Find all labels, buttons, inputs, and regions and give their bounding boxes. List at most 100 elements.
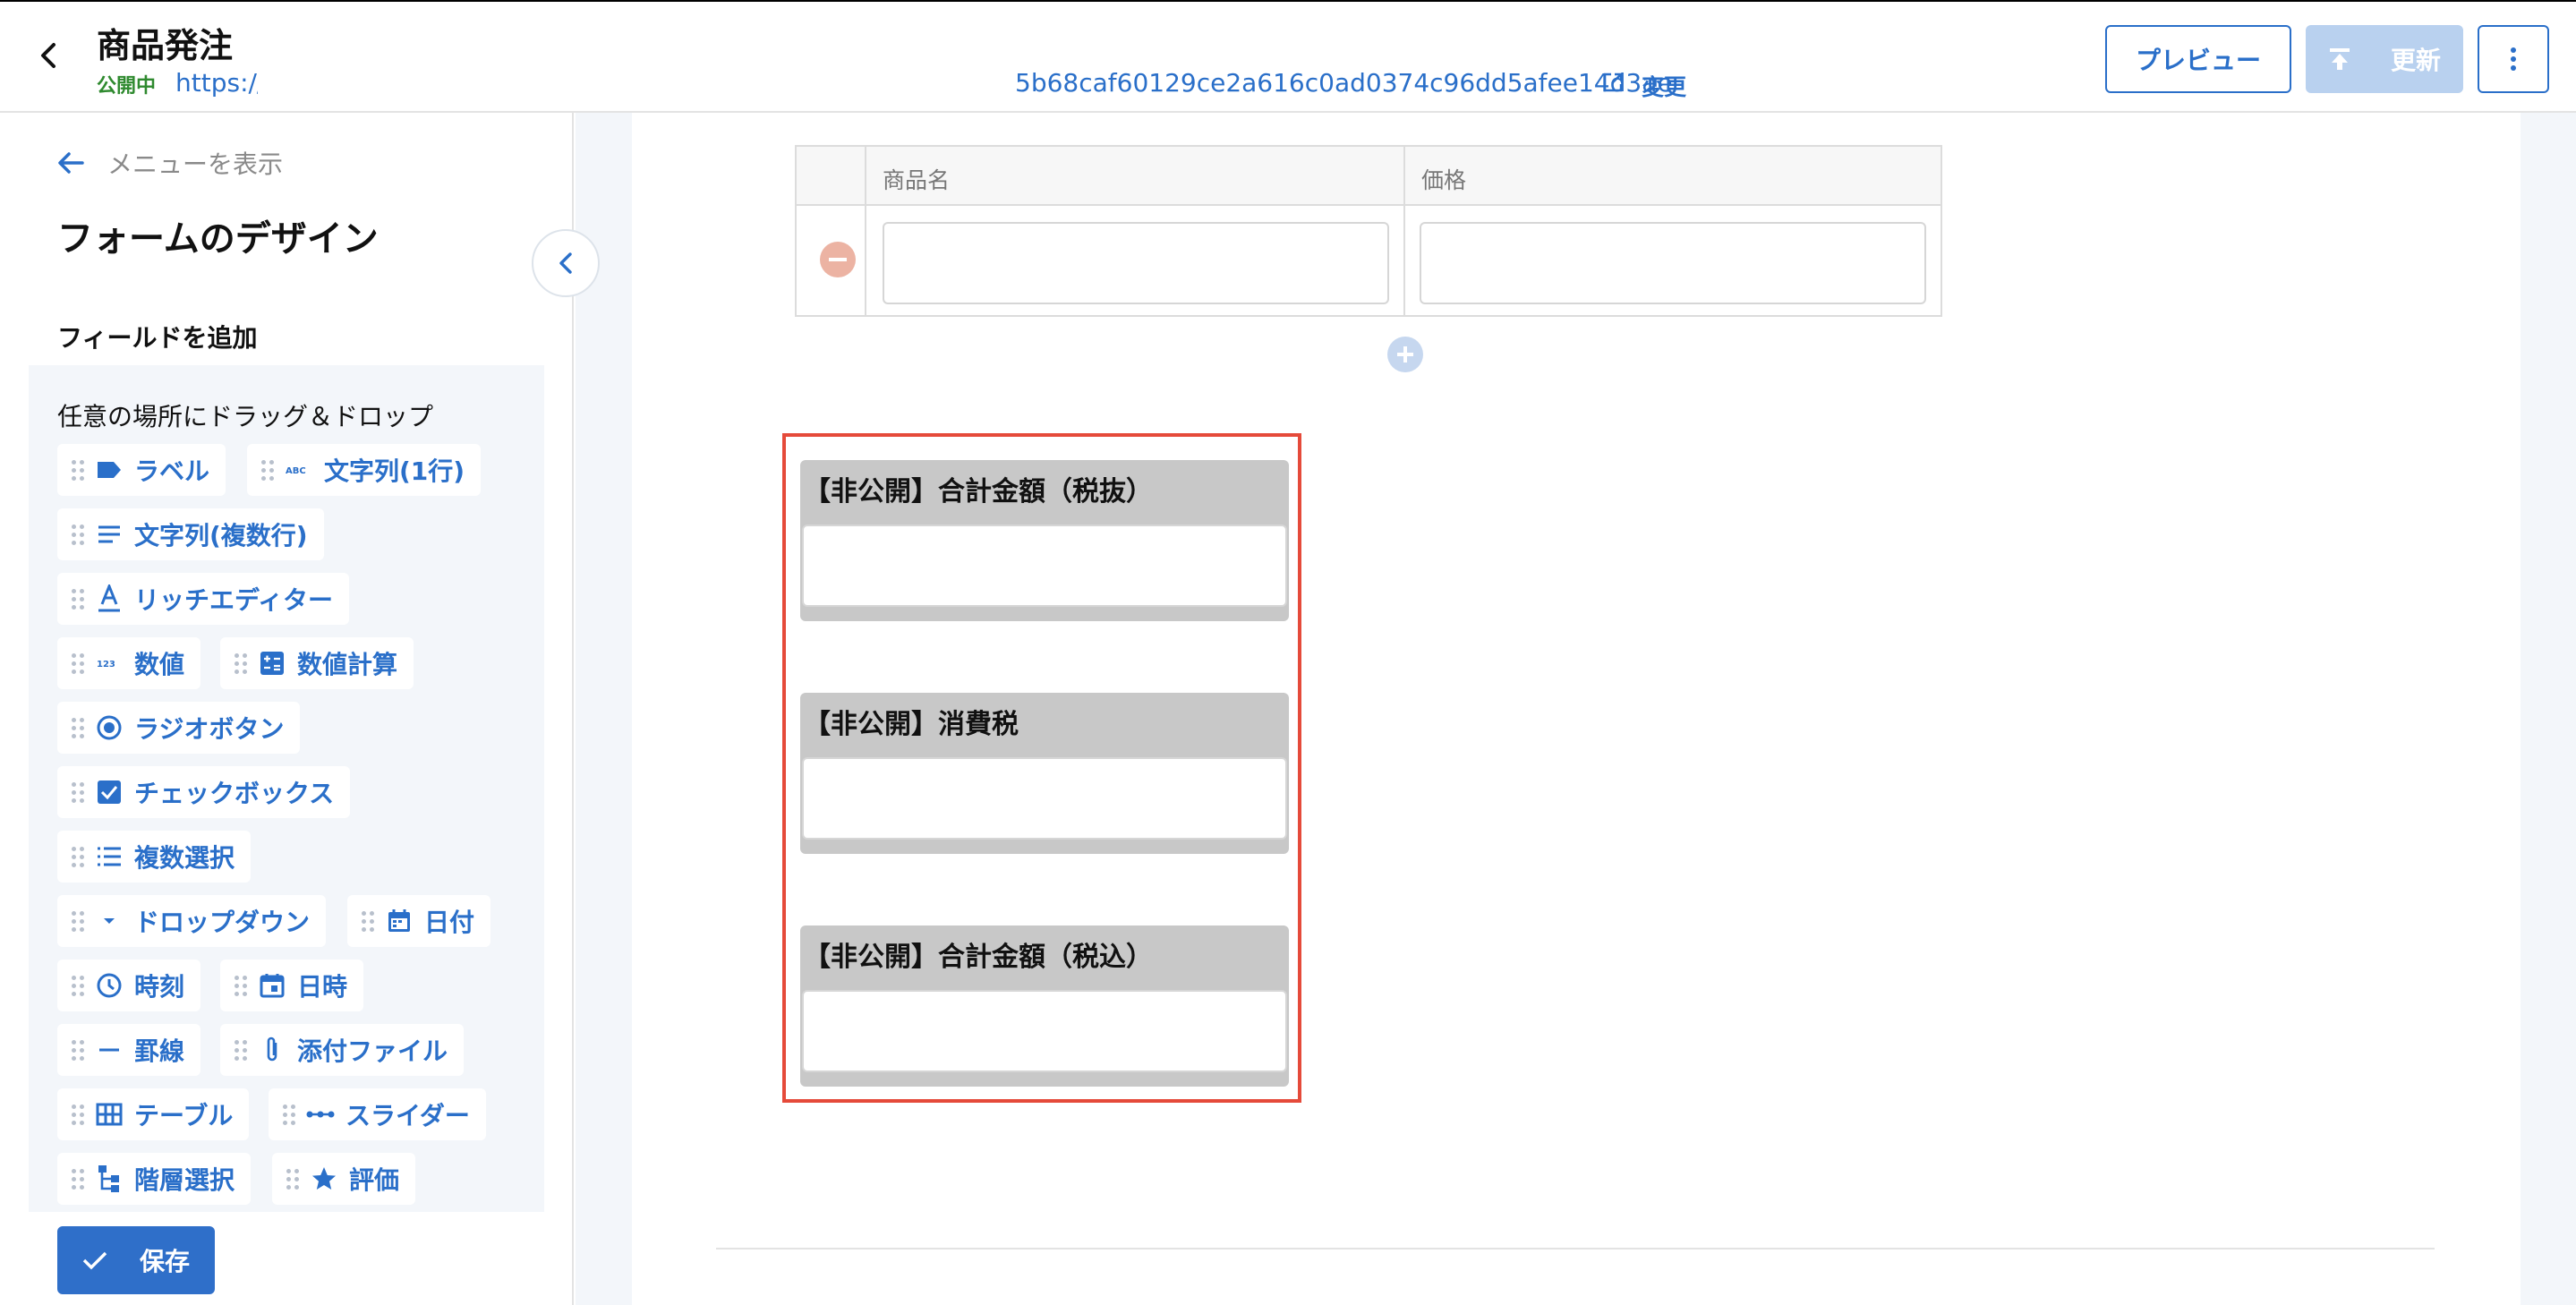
drag-handle-icon bbox=[235, 974, 247, 997]
drag-handle-icon bbox=[72, 716, 84, 739]
drag-handle-icon bbox=[235, 1038, 247, 1062]
show-menu-link[interactable]: メニューを表示 bbox=[57, 145, 283, 181]
canvas-divider bbox=[716, 1248, 2435, 1250]
product-subtable: 商品名 価格 bbox=[795, 145, 1942, 317]
radio-icon bbox=[95, 713, 124, 742]
arrow-left-icon bbox=[58, 152, 84, 174]
page-title: 商品発注 bbox=[97, 26, 234, 65]
palette-item-datetime[interactable]: 日時 bbox=[220, 960, 364, 1011]
palette-item-checkbox[interactable]: チェックボックス bbox=[57, 766, 351, 818]
palette-item-label[interactable]: ラベル bbox=[57, 444, 226, 496]
palette-item-multi-line[interactable]: 文字列(複数行) bbox=[57, 508, 324, 560]
palette-item-text: 罫線 bbox=[134, 1036, 185, 1066]
drag-handle-icon bbox=[72, 845, 84, 868]
dropdown-icon bbox=[95, 907, 124, 935]
price-input[interactable] bbox=[1420, 222, 1926, 304]
palette-item-text: チェックボックス bbox=[134, 779, 335, 808]
show-menu-label: メニューを表示 bbox=[107, 149, 284, 179]
checkbox-icon bbox=[95, 778, 124, 806]
field-input[interactable] bbox=[802, 757, 1287, 840]
field-consumption-tax[interactable]: 【非公開】消費税 bbox=[800, 693, 1289, 854]
plus-icon bbox=[1397, 346, 1413, 362]
status-badge: 公開中 bbox=[97, 75, 157, 98]
chevron-left-icon bbox=[559, 252, 572, 274]
drag-handle-icon bbox=[72, 1103, 84, 1126]
column-header-price: 価格 bbox=[1421, 167, 1467, 193]
palette-item-text: 複数選択 bbox=[134, 843, 235, 873]
add-row-button[interactable] bbox=[1387, 337, 1423, 372]
field-input[interactable] bbox=[802, 990, 1287, 1072]
more-options-button[interactable] bbox=[2478, 25, 2549, 93]
drag-handle-icon bbox=[283, 1103, 295, 1126]
drag-handle-icon bbox=[72, 974, 84, 997]
product-name-input[interactable] bbox=[883, 222, 1389, 304]
label-icon bbox=[95, 456, 124, 484]
palette-item-time[interactable]: 時刻 bbox=[57, 960, 201, 1011]
palette-item-rating[interactable]: 評価 bbox=[272, 1153, 416, 1205]
update-button[interactable]: 更新 bbox=[2306, 25, 2463, 93]
field-label: 【非公開】合計金額（税抜） bbox=[804, 476, 1153, 508]
palette-item-radio[interactable]: ラジオボタン bbox=[57, 702, 301, 754]
remove-row-button[interactable] bbox=[820, 242, 856, 277]
palette-item-text: ラベル bbox=[134, 456, 210, 486]
drag-handle-icon bbox=[72, 909, 84, 933]
lines-icon bbox=[95, 520, 124, 549]
palette-item-rich-editor[interactable]: リッチエディター bbox=[57, 573, 350, 625]
form-design-sidebar: メニューを表示 フォームのデザイン フィールドを追加 任意の場所にドラッグ＆ドロ… bbox=[0, 113, 574, 1305]
palette-item-table[interactable]: テーブル bbox=[57, 1088, 250, 1140]
palette-item-text: 文字列(1行) bbox=[324, 456, 465, 486]
column-divider bbox=[1403, 147, 1405, 315]
column-divider bbox=[865, 147, 866, 315]
palette-item-single-line[interactable]: ABC 文字列(1行) bbox=[247, 444, 482, 496]
star-icon bbox=[310, 1164, 338, 1193]
palette-item-text: ラジオボタン bbox=[134, 714, 285, 744]
slider-icon bbox=[306, 1100, 335, 1129]
palette-item-calculation[interactable]: 数値計算 bbox=[220, 637, 414, 689]
field-palette: 任意の場所にドラッグ＆ドロップ ラベル ABC 文字列(1行) 文字列(複数行)… bbox=[29, 365, 544, 1212]
palette-item-dropdown[interactable]: ドロップダウン bbox=[57, 895, 327, 947]
drag-handle-icon bbox=[72, 1167, 84, 1190]
field-input[interactable] bbox=[802, 525, 1287, 607]
sidebar-title: フォームのデザイン bbox=[57, 218, 379, 260]
save-button[interactable]: 保存 bbox=[57, 1226, 215, 1294]
drag-handle-icon bbox=[72, 458, 84, 482]
form-url[interactable]: 5b68caf60129ce2a616c0ad0374c96dd5afee14d… bbox=[1015, 68, 1673, 98]
list-icon bbox=[95, 842, 124, 871]
text-format-icon bbox=[95, 584, 124, 613]
palette-item-text: テーブル bbox=[134, 1101, 234, 1130]
chevron-left-icon bbox=[41, 43, 55, 68]
palette-item-multi-select[interactable]: 複数選択 bbox=[57, 831, 252, 883]
update-button-label: 更新 bbox=[2390, 46, 2441, 75]
preview-button[interactable]: プレビュー bbox=[2105, 25, 2291, 93]
change-url-link[interactable]: 変更 bbox=[1642, 70, 1686, 102]
check-icon bbox=[82, 1251, 107, 1270]
palette-item-text: ドロップダウン bbox=[134, 908, 311, 937]
drag-handle-icon bbox=[72, 523, 84, 546]
palette-item-date[interactable]: 日付 bbox=[347, 895, 491, 947]
palette-item-text: 階層選択 bbox=[134, 1165, 235, 1195]
palette-item-text: 数値計算 bbox=[297, 650, 398, 679]
palette-item-rule[interactable]: 罫線 bbox=[57, 1024, 201, 1076]
palette-item-attachment[interactable]: 添付ファイル bbox=[220, 1024, 465, 1076]
field-label: 【非公開】消費税 bbox=[804, 709, 1019, 740]
collapse-sidebar-button[interactable] bbox=[532, 229, 600, 297]
form-url-prefix[interactable]: https:// bbox=[175, 68, 258, 98]
save-button-label: 保存 bbox=[139, 1247, 190, 1276]
palette-item-number[interactable]: 123 数値 bbox=[57, 637, 201, 689]
field-total-excl-tax[interactable]: 【非公開】合計金額（税抜） bbox=[800, 460, 1289, 621]
external-link-icon[interactable] bbox=[1602, 72, 1624, 93]
palette-item-slider[interactable]: スライダー bbox=[269, 1088, 486, 1140]
drag-handle-icon bbox=[72, 652, 84, 675]
drag-handle-icon bbox=[235, 652, 247, 675]
palette-item-text: 評価 bbox=[349, 1165, 400, 1195]
back-button[interactable] bbox=[30, 38, 66, 73]
table-header-row bbox=[797, 147, 1941, 206]
rule-icon bbox=[95, 1036, 124, 1064]
field-label: 【非公開】合計金額（税込） bbox=[804, 942, 1153, 973]
palette-item-text: スライダー bbox=[345, 1101, 470, 1130]
palette-item-hierarchy[interactable]: 階層選択 bbox=[57, 1153, 252, 1205]
palette-item-text: 時刻 bbox=[134, 972, 185, 1002]
more-vertical-icon bbox=[2511, 47, 2516, 71]
add-field-heading: フィールドを追加 bbox=[57, 323, 258, 353]
field-total-incl-tax[interactable]: 【非公開】合計金額（税込） bbox=[800, 925, 1289, 1087]
